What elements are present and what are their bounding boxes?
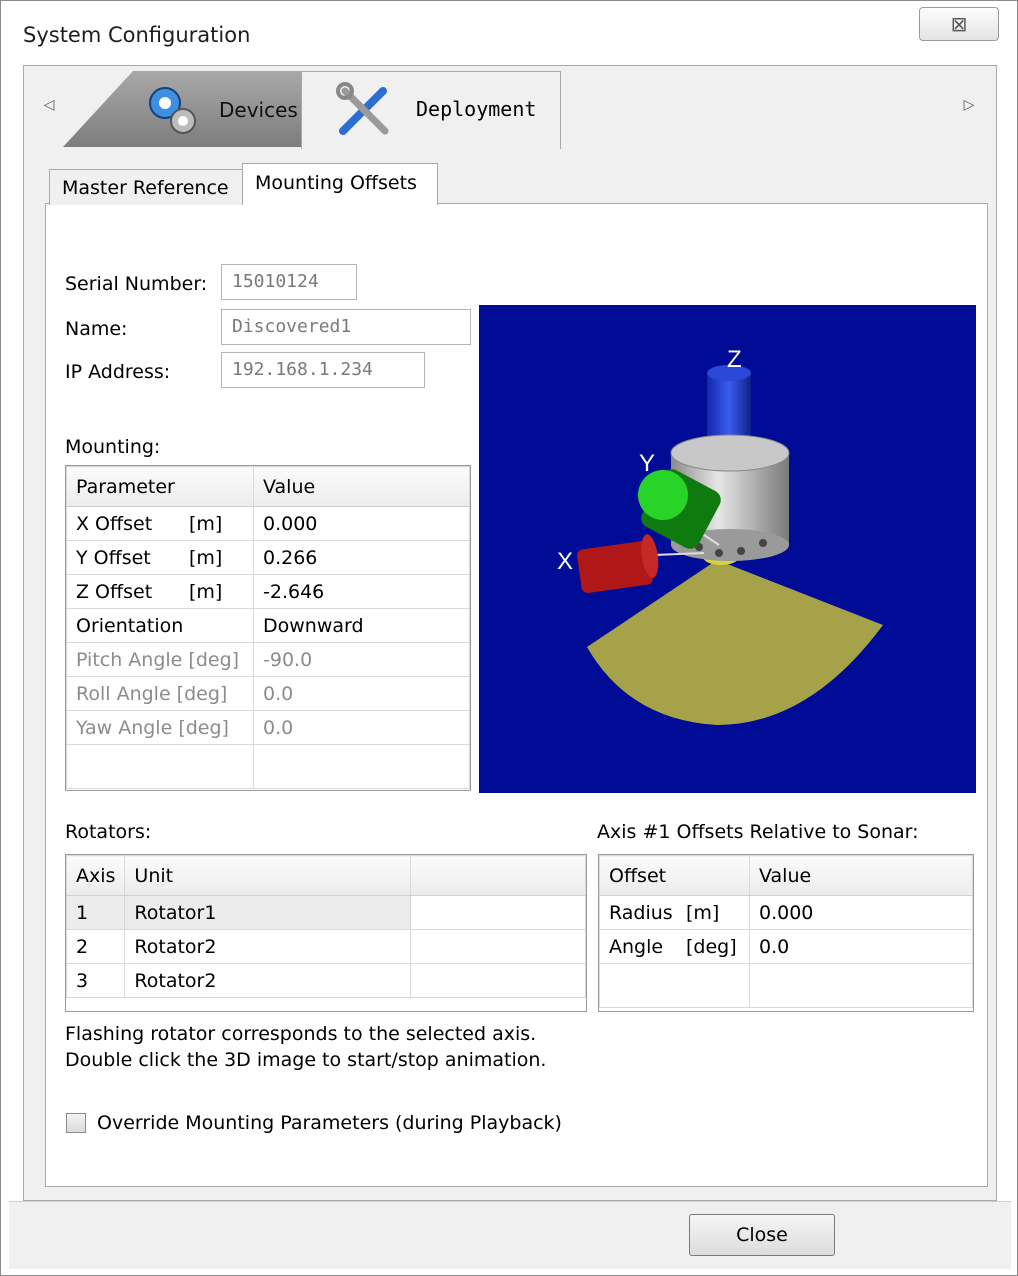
tab-deployment-label: Deployment [416,97,537,121]
window-close-button[interactable]: ⊠ [919,7,999,41]
parameter-value[interactable]: 0.266 [253,540,470,575]
gears-icon [149,87,196,134]
mounting-label: Mounting: [65,436,161,458]
serial-number-label: Serial Number: [65,273,208,295]
parameter-value[interactable]: -2.646 [253,574,470,609]
sonar-3d-render: Z Y X [557,346,883,725]
table-header: Parameter Value [66,466,470,507]
offset-name: Radius [609,901,673,924]
axis-offsets-label: Axis #1 Offsets Relative to Sonar: [597,821,919,843]
table-row[interactable]: Y Offset [m] 0.266 [66,540,470,575]
tab-scroll-right-icon[interactable]: ▷ [959,93,979,117]
table-row[interactable]: Z Offset [m] -2.646 [66,574,470,609]
override-checkbox[interactable] [66,1113,86,1133]
parameter-value: -90.0 [253,642,470,677]
parameter-value[interactable]: Downward [253,608,470,643]
table-row: Yaw Angle [deg] 0.0 [66,710,470,745]
parameter-name: Z Offset [76,580,153,603]
table-row-empty [66,744,470,789]
override-label[interactable]: Override Mounting Parameters (during Pla… [97,1112,562,1134]
unit-cell[interactable]: Rotator2 [124,929,412,964]
column-header-axis[interactable]: Axis [65,855,126,896]
unit-cell[interactable]: Rotator2 [124,963,412,998]
hint-line-2: Double click the 3D image to start/stop … [65,1049,547,1071]
table-row[interactable]: 2 Rotator2 [65,929,586,964]
tab-master-reference[interactable]: Master Reference [49,169,243,205]
table-row[interactable]: Orientation Downward [66,608,470,643]
table-header: Offset Value [599,855,973,896]
parameter-name: Orientation [66,608,254,643]
table-row[interactable]: 3 Rotator2 [65,963,586,998]
column-header-offset[interactable]: Offset [599,855,750,896]
serial-number-field[interactable]: 15010124 [221,264,357,300]
parameter-name: Pitch Angle [deg] [66,642,254,677]
tools-icon [336,82,389,135]
button-bar [9,1201,1011,1269]
offset-unit: [deg] [686,935,737,958]
tab-devices-label: Devices [219,98,298,122]
tab-mounting-offsets[interactable]: Mounting Offsets [242,163,438,205]
offset-unit: [m] [686,901,720,924]
close-button[interactable]: Close [689,1214,835,1256]
table-header: Axis Unit [65,855,586,896]
z-axis-label: Z [727,346,742,373]
table-row[interactable]: Angle [deg] 0.0 [599,929,973,964]
hint-line-1: Flashing rotator corresponds to the sele… [65,1023,537,1045]
ip-address-field[interactable]: 192.168.1.234 [221,352,425,388]
table-row[interactable]: X Offset [m] 0.000 [66,506,470,541]
ip-address-label: IP Address: [65,361,171,383]
axis-cell: 2 [65,929,126,964]
parameter-unit: [m] [189,512,223,535]
offset-value[interactable]: 0.000 [749,895,973,930]
parameter-name: Yaw Angle [deg] [66,710,254,745]
parameter-name: Y Offset [76,546,151,569]
window-title: System Configuration [23,23,251,47]
offset-name: Angle [609,935,664,958]
x-axis-label: X [557,548,573,575]
parameter-value[interactable]: 0.000 [253,506,470,541]
axis-offsets-table: Offset Value Radius [m] 0.000 Angle [deg] … [598,854,974,1012]
table-row-empty [599,963,973,1008]
name-field[interactable]: Discovered1 [221,309,471,345]
mounting-table: Parameter Value X Offset [m] 0.000 Y Offs… [65,465,471,791]
parameter-unit: [m] [189,580,223,603]
unit-cell[interactable]: Rotator1 [124,895,412,930]
axis-cell: 1 [65,895,126,930]
parameter-name: X Offset [76,512,153,535]
offset-value[interactable]: 0.0 [749,929,973,964]
rotators-table: Axis Unit 1 Rotator1 2 Rotator2 3 Rotato… [65,854,587,1012]
parameter-value: 0.0 [253,676,470,711]
axis-cell: 3 [65,963,126,998]
table-row: Pitch Angle [deg] -90.0 [66,642,470,677]
column-header-parameter[interactable]: Parameter [66,466,254,507]
name-label: Name: [65,318,128,340]
column-header-value[interactable]: Value [253,466,470,507]
column-header-blank[interactable] [410,855,586,896]
parameter-value: 0.0 [253,710,470,745]
table-row[interactable]: 1 Rotator1 [65,895,586,930]
parameter-unit: [m] [189,546,223,569]
column-header-value[interactable]: Value [749,855,973,896]
parameter-name: Roll Angle [deg] [66,676,254,711]
table-row[interactable]: Radius [m] 0.000 [599,895,973,930]
system-configuration-window: System Configuration ⊠ ◁ ▷ Devices Deplo… [0,0,1018,1276]
sonar-3d-view[interactable]: Z Y X [479,305,976,793]
rotators-label: Rotators: [65,821,152,843]
column-header-unit[interactable]: Unit [124,855,412,896]
tab-scroll-left-icon[interactable]: ◁ [39,93,59,117]
table-row: Roll Angle [deg] 0.0 [66,676,470,711]
y-axis-label: Y [639,450,655,477]
